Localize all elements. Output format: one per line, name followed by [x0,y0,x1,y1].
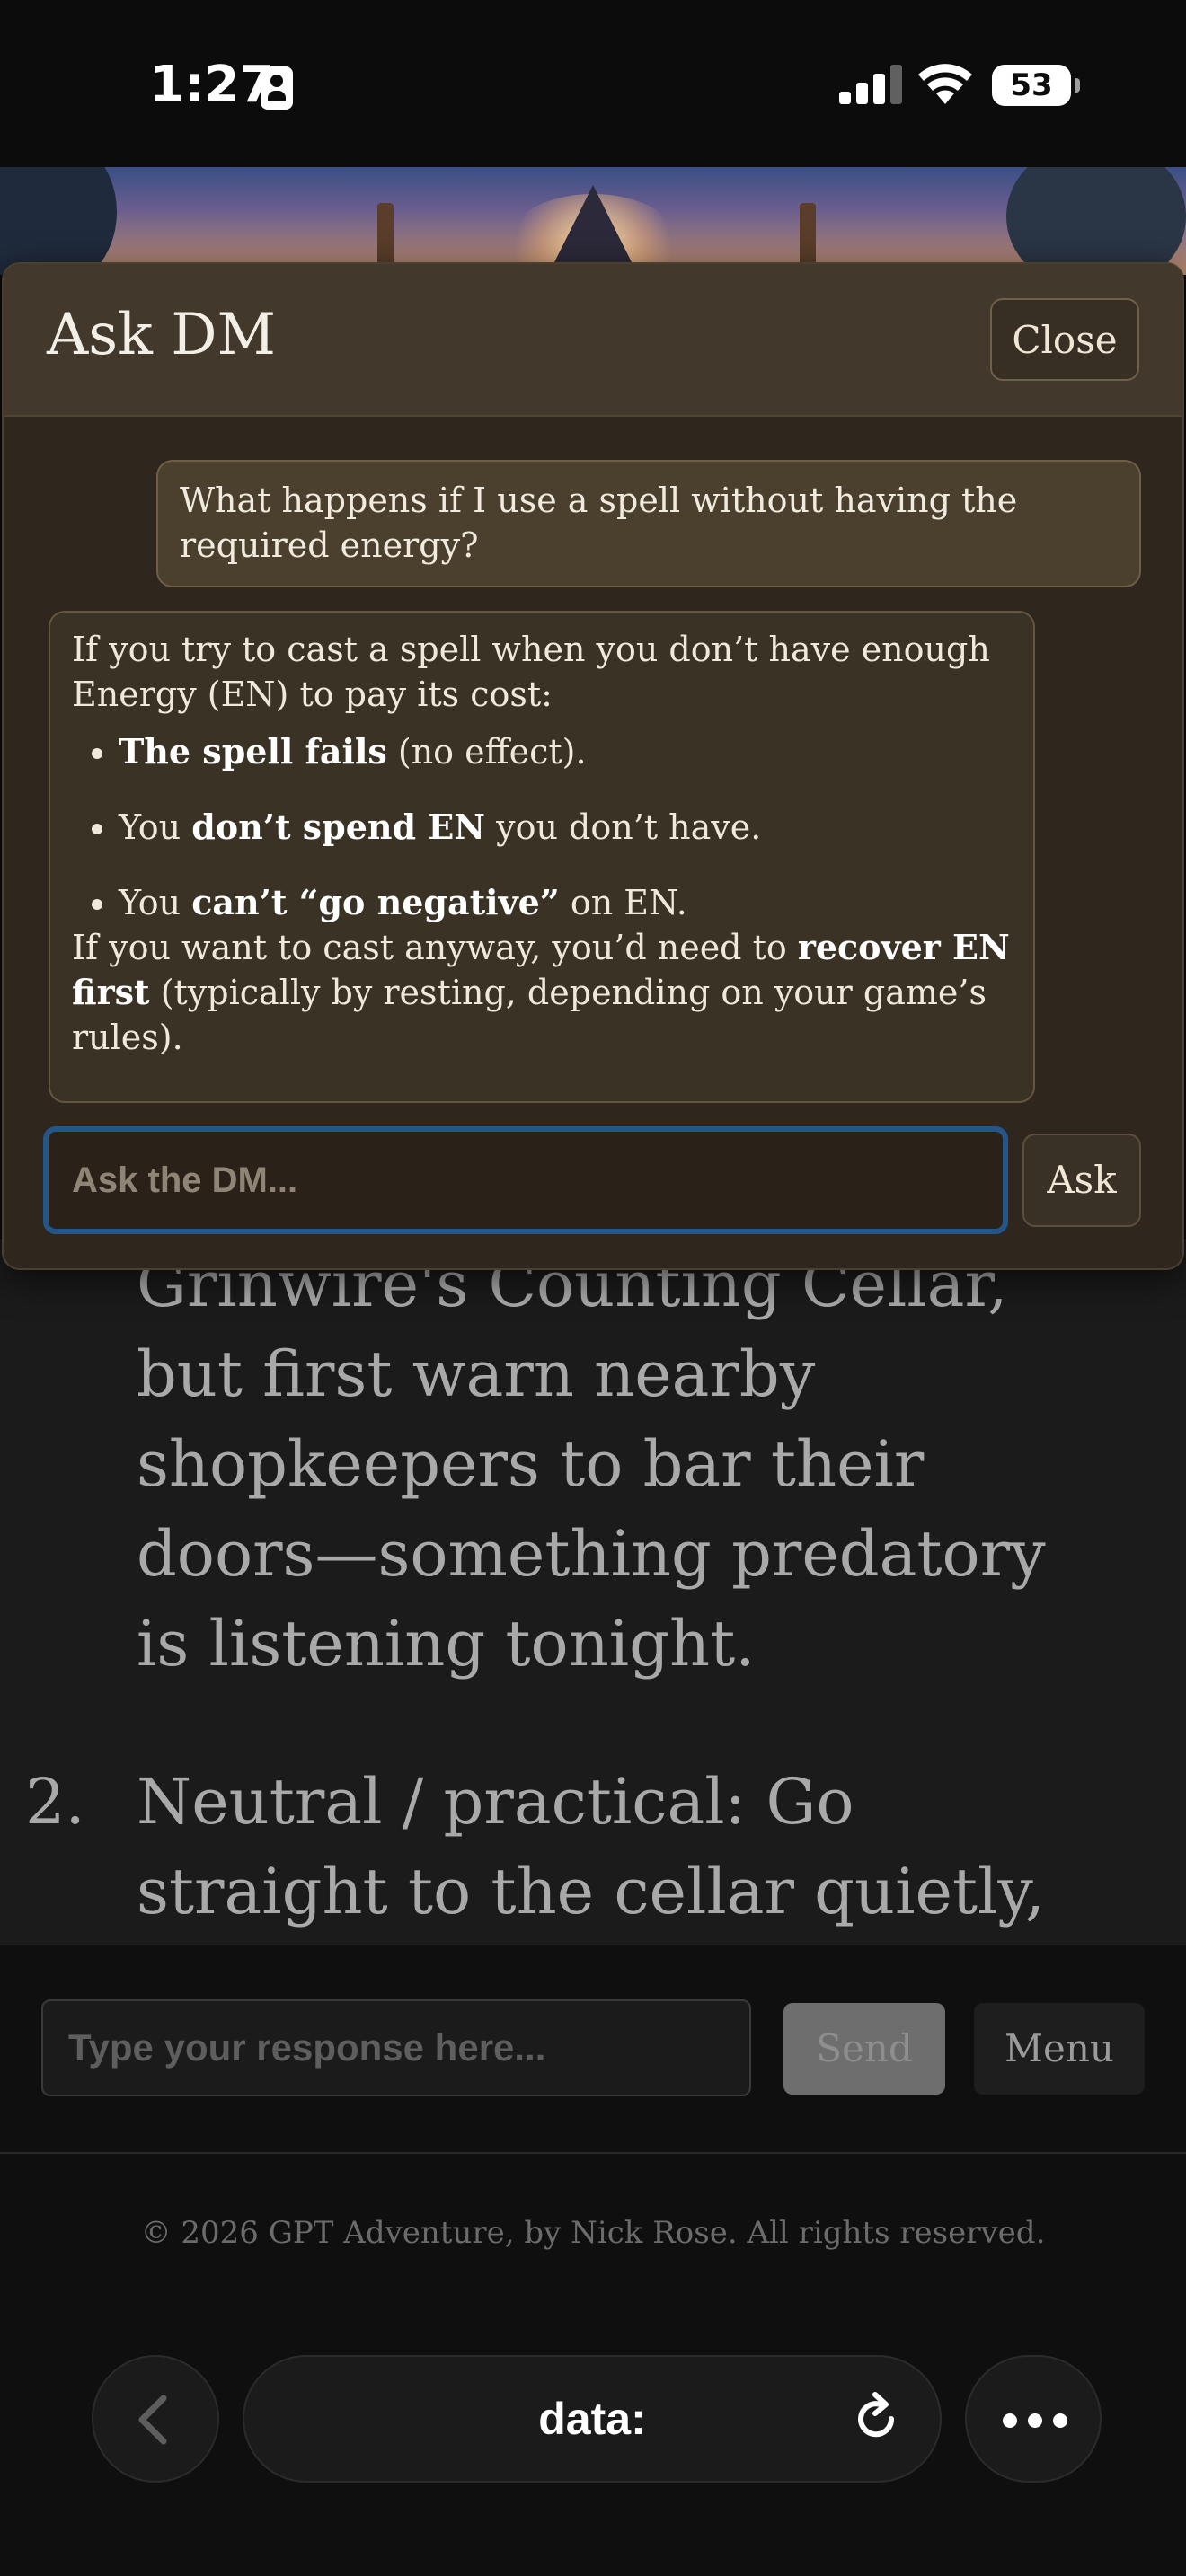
focus-person-icon [261,66,293,110]
list-item-text: (no effect). [386,732,587,772]
more-options-button[interactable] [965,2355,1102,2483]
close-button[interactable]: Close [990,298,1139,381]
reload-icon[interactable] [848,2391,904,2447]
copyright-text: © 2026 GPT Adventure, by Nick Rose. All … [140,2215,1046,2251]
back-button[interactable] [92,2355,219,2483]
chevron-left-icon [138,2395,167,2445]
list-item-text: on EN. [559,883,687,922]
dm-reply-bubble: If you try to cast a spell when you don’… [49,611,1035,1103]
url-text: data: [538,2394,646,2444]
list-item-text: you don’t have. [485,807,762,847]
user-message-bubble: What happens if I use a spell without ha… [156,460,1141,587]
outro-text-end: (typically by resting, depending on your… [72,973,987,1057]
response-bar: Send Menu [0,1945,1186,2154]
ask-button[interactable]: Ask [1022,1134,1141,1227]
battery-indicator: 53 [992,65,1080,106]
hero-banner-image [0,167,1186,275]
story-item-2-number: 2. [25,1765,85,1839]
cellular-signal-icon [839,63,902,104]
ask-dm-input[interactable] [43,1126,1008,1234]
list-item-strong: The spell fails [119,731,387,772]
list-item: The spell fails (no effect). [119,729,1012,774]
modal-header: Ask DM Close [4,264,1182,417]
list-item: You don’t spend EN you don’t have. [119,805,1012,850]
modal-title: Ask DM [47,302,277,368]
list-item: You can’t “go negative” on EN. [119,880,1012,925]
send-button[interactable]: Send [783,2003,945,2095]
list-item-strong: don’t spend EN [191,807,486,847]
response-input[interactable] [41,1999,751,2096]
story-item-1-text: Grinwire's Counting Cellar, but first wa… [137,1248,1046,1681]
list-item-text: You [119,883,192,922]
status-bar: 1:27 53 [0,0,1186,167]
ask-dm-modal: Ask DM Close What happens if I use a spe… [2,262,1184,1270]
footer: © 2026 GPT Adventure, by Nick Rose. All … [0,2154,1186,2316]
wifi-icon [918,64,972,104]
dm-reply-list: The spell fails (no effect). You don’t s… [72,729,1012,925]
menu-button[interactable]: Menu [974,2003,1145,2095]
status-time: 1:27 [149,56,275,114]
list-item-text: You [119,807,192,847]
story-item-2-text: Neutral / practical: Go straight to the … [137,1765,1045,1928]
dm-reply-outro: If you want to cast anyway, you’d need t… [72,925,1012,1060]
browser-toolbar: data: [0,2316,1186,2576]
dm-reply-intro: If you try to cast a spell when you don’… [72,630,990,714]
outro-text: If you want to cast anyway, you’d need t… [72,928,798,967]
list-item-strong: can’t “go negative” [191,882,560,922]
address-bar[interactable]: data: [243,2355,942,2483]
story-content: Grinwire's Counting Cellar, but first wa… [0,1239,1186,1945]
